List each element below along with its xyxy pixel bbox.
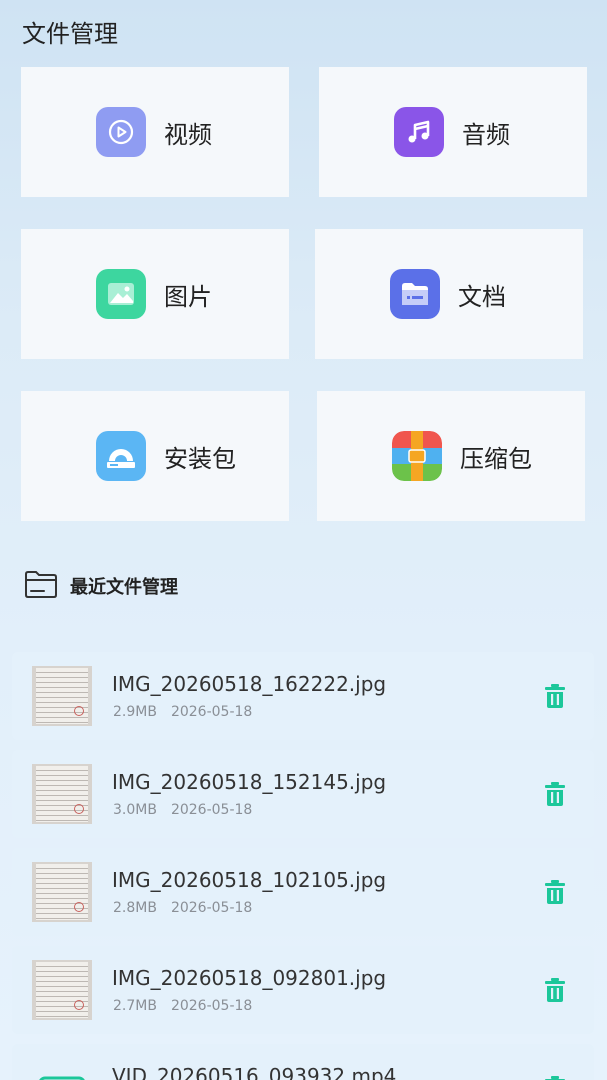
music-icon xyxy=(394,107,444,157)
category-images[interactable]: 图片 xyxy=(21,229,289,359)
delete-icon[interactable] xyxy=(544,683,566,709)
delete-icon[interactable] xyxy=(544,781,566,807)
delete-icon[interactable] xyxy=(544,879,566,905)
category-label: 文档 xyxy=(458,282,506,311)
section-title: 最近文件管理 xyxy=(70,577,178,598)
file-size: 2.8MB xyxy=(113,900,157,916)
category-label: 音频 xyxy=(462,120,510,149)
archive-icon xyxy=(392,431,442,481)
video-icon xyxy=(96,107,146,157)
file-row[interactable]: IMG_20260518_092801.jpg 2.7MB 2026-05-18 xyxy=(12,946,594,1034)
file-date: 2026-05-18 xyxy=(170,900,253,916)
video-file-icon xyxy=(38,1068,86,1080)
file-date: 2026-05-18 xyxy=(170,704,253,720)
page-title: 文件管理 xyxy=(22,20,118,48)
delete-icon[interactable] xyxy=(544,977,566,1003)
image-thumbnail xyxy=(32,764,92,824)
file-size: 2.9MB xyxy=(113,704,157,720)
file-name: IMG_20260518_102105.jpg xyxy=(112,868,387,892)
delete-icon[interactable] xyxy=(544,1075,566,1080)
file-date: 2026-05-18 xyxy=(170,802,253,818)
category-install-packages[interactable]: 安装包 xyxy=(21,391,289,521)
category-audio[interactable]: 音频 xyxy=(319,67,587,197)
file-meta: 3.0MB 2026-05-18 xyxy=(113,802,252,818)
file-size: 2.7MB xyxy=(113,998,157,1014)
category-label: 压缩包 xyxy=(460,444,532,473)
file-row[interactable]: IMG_20260518_162222.jpg 2.9MB 2026-05-18 xyxy=(12,652,594,740)
recent-files-header: 最近文件管理 xyxy=(24,570,178,602)
category-label: 图片 xyxy=(164,282,212,311)
category-archives[interactable]: 压缩包 xyxy=(317,391,585,521)
file-name: VID_20260516_093932.mp4 xyxy=(112,1064,397,1080)
file-row[interactable]: IMG_20260518_152145.jpg 3.0MB 2026-05-18 xyxy=(12,750,594,838)
file-name: IMG_20260518_152145.jpg xyxy=(112,770,387,794)
file-name: IMG_20260518_162222.jpg xyxy=(112,672,387,696)
file-size: 3.0MB xyxy=(113,802,157,818)
image-icon xyxy=(96,269,146,319)
file-meta: 2.7MB 2026-05-18 xyxy=(113,998,252,1014)
image-thumbnail xyxy=(32,862,92,922)
install-package-icon xyxy=(96,431,146,481)
image-thumbnail xyxy=(32,960,92,1020)
file-meta: 2.8MB 2026-05-18 xyxy=(113,900,252,916)
category-documents[interactable]: 文档 xyxy=(315,229,583,359)
category-label: 视频 xyxy=(164,120,212,149)
category-video[interactable]: 视频 xyxy=(21,67,289,197)
document-icon xyxy=(390,269,440,319)
file-date: 2026-05-18 xyxy=(170,998,253,1014)
file-name: IMG_20260518_092801.jpg xyxy=(112,966,387,990)
file-row[interactable]: IMG_20260518_102105.jpg 2.8MB 2026-05-18 xyxy=(12,848,594,936)
category-label: 安装包 xyxy=(164,444,236,473)
file-meta: 2.9MB 2026-05-18 xyxy=(113,704,252,720)
file-row[interactable]: VID_20260516_093932.mp4 xyxy=(12,1044,594,1080)
image-thumbnail xyxy=(32,666,92,726)
folder-icon xyxy=(24,569,58,603)
